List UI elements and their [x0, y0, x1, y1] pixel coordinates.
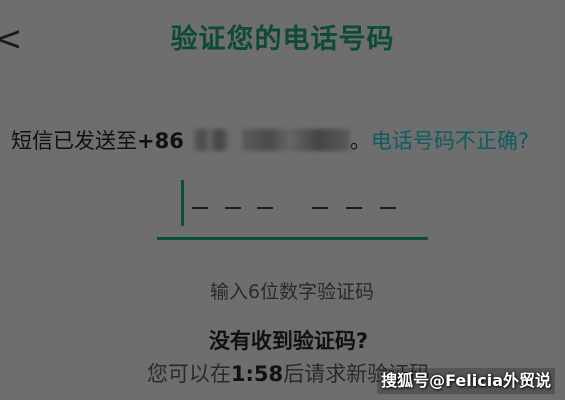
- verification-code-input[interactable]: [157, 178, 428, 242]
- code-digit-slot-1: [192, 207, 208, 209]
- code-digit-slot-6: [380, 207, 396, 209]
- code-digit-slot-4: [312, 207, 328, 209]
- sms-sent-label: 短信已发送至: [11, 129, 137, 153]
- country-code: +86: [137, 129, 184, 153]
- wrong-number-link[interactable]: 电话号码不正确?: [371, 129, 529, 153]
- code-input-hint: 输入6位数字验证码: [209, 281, 375, 303]
- code-digit-slot-2: [225, 207, 241, 209]
- sentence-end: 。: [349, 129, 371, 153]
- code-digit-slot-3: [257, 207, 273, 209]
- redacted-phone-part-1: [193, 129, 228, 151]
- resend-timer: 1:58: [230, 362, 284, 386]
- verify-phone-screen: < 验证您的电话号码 短信已发送至+86 。电话号码不正确? 输入6位数字验证码 …: [0, 0, 565, 400]
- code-digit-slot-5: [346, 207, 362, 209]
- page-title: 验证您的电话号码: [170, 24, 395, 55]
- resend-prefix: 您可以在: [146, 362, 231, 386]
- text-caret: [181, 180, 184, 226]
- no-code-heading: 没有收到验证码?: [208, 329, 369, 353]
- redacted-phone-part-2: [241, 129, 350, 151]
- sms-sent-notice: 短信已发送至+86 。电话号码不正确?: [11, 124, 565, 158]
- input-underline: [157, 237, 428, 240]
- watermark: 搜狐号@Felicia外贸说: [377, 368, 555, 394]
